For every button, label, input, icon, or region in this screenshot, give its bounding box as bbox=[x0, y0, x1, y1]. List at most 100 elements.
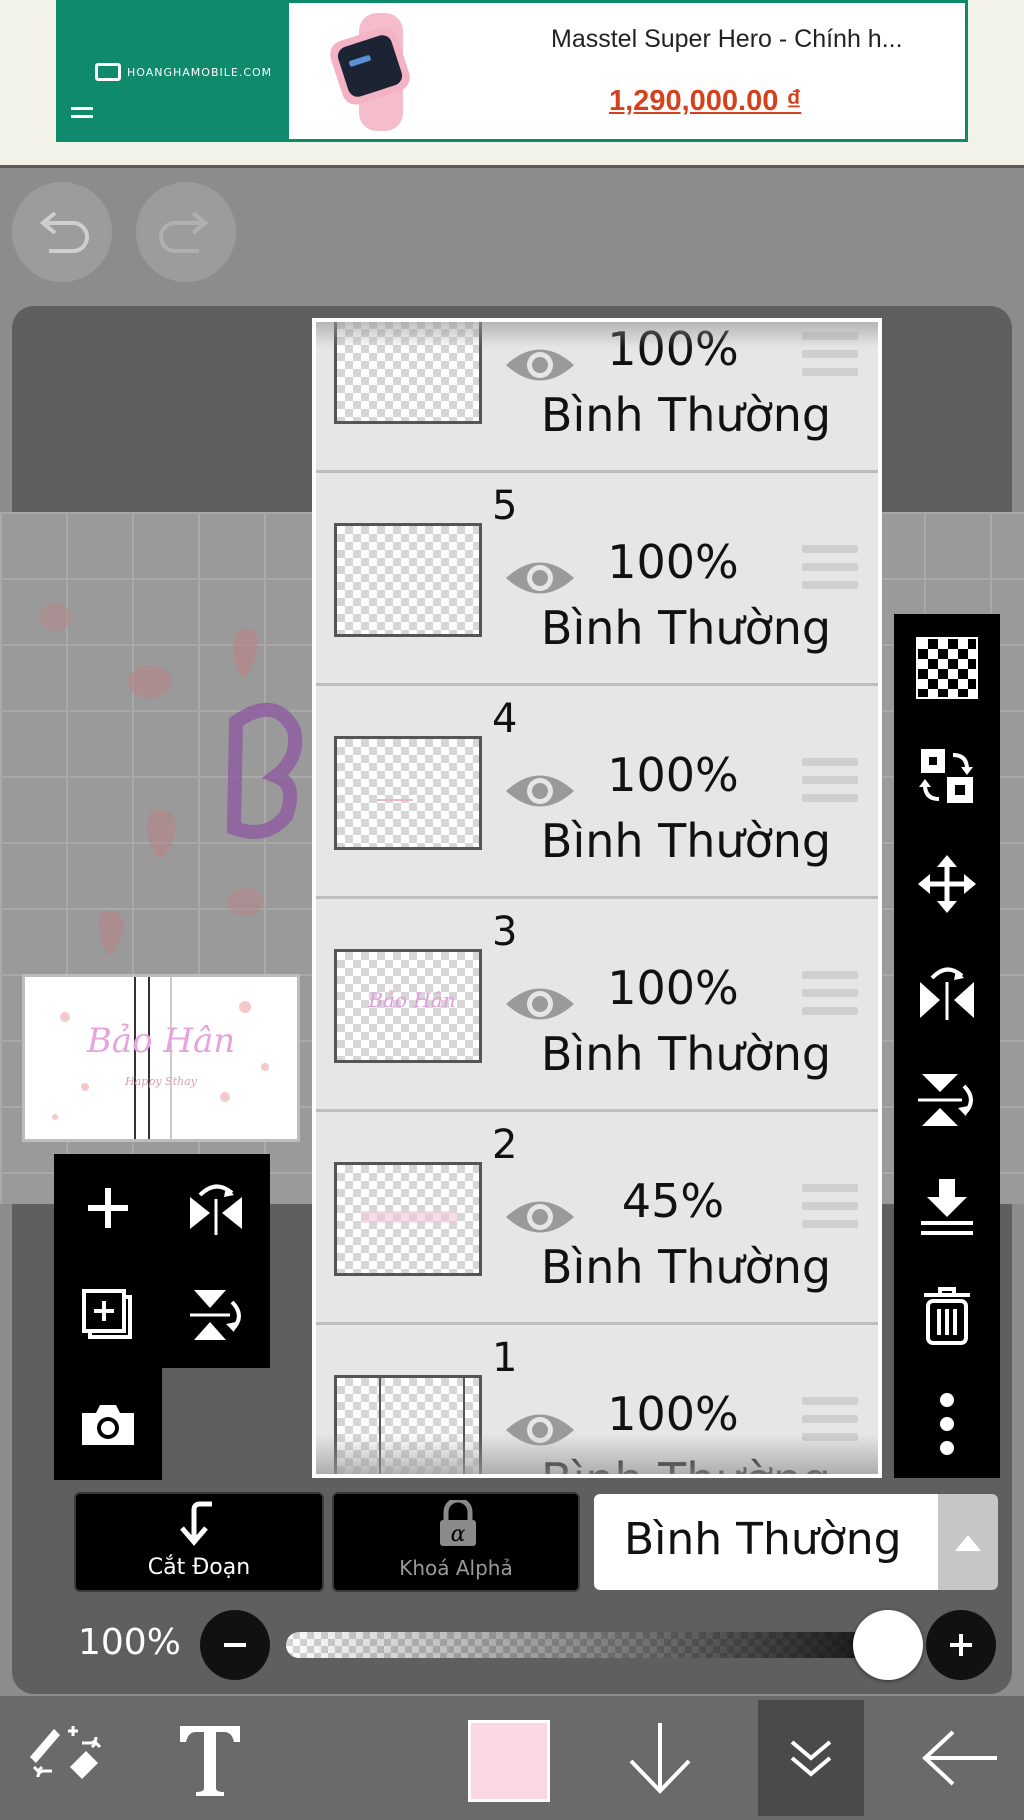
more-vertical-icon bbox=[940, 1393, 954, 1455]
undo-button[interactable] bbox=[12, 182, 112, 282]
undo-icon bbox=[39, 211, 89, 253]
flip-vertical-icon bbox=[190, 1289, 241, 1340]
eye-icon[interactable] bbox=[502, 553, 578, 603]
collapse-panel-button[interactable] bbox=[758, 1700, 864, 1816]
layer-row[interactable]: 4 100% Bình Thường bbox=[316, 686, 878, 899]
eye-icon[interactable] bbox=[502, 979, 578, 1029]
left-tool-panel-bottom bbox=[54, 1368, 162, 1480]
layer-opacity: 100% bbox=[607, 748, 739, 802]
svg-text:α: α bbox=[451, 1522, 466, 1547]
drag-handle-icon[interactable] bbox=[802, 1184, 858, 1238]
eye-icon[interactable] bbox=[502, 766, 578, 816]
layer-number: 3 bbox=[492, 909, 518, 955]
smartwatch-image bbox=[330, 13, 410, 131]
merge-down-button[interactable] bbox=[894, 1154, 1000, 1262]
blend-mode-select[interactable]: Bình Thường bbox=[594, 1494, 940, 1590]
double-chevron-down-icon bbox=[790, 1740, 832, 1777]
layer-number: 5 bbox=[492, 483, 518, 529]
alpha-lock-button[interactable]: α Khoá Alphả bbox=[332, 1492, 580, 1592]
drag-handle-icon[interactable] bbox=[802, 758, 858, 812]
transparent-layer-button[interactable] bbox=[894, 614, 1000, 722]
layer-blend-mode: Bình Thường bbox=[540, 388, 832, 442]
camera-button[interactable] bbox=[54, 1368, 162, 1480]
layer-row[interactable]: 3 Bảo Hân 100% Bình Thường bbox=[316, 899, 878, 1112]
left-tool-panel bbox=[54, 1154, 270, 1368]
arrow-left-icon bbox=[922, 1730, 997, 1786]
layer-number: 1 bbox=[492, 1335, 518, 1381]
redo-button[interactable] bbox=[136, 182, 236, 282]
text-tool-button[interactable] bbox=[160, 1696, 260, 1820]
text-tool-icon bbox=[180, 1726, 240, 1796]
layer-row[interactable]: 2 45% Bình Thường bbox=[316, 1112, 878, 1325]
layer-opacity: 45% bbox=[621, 1174, 725, 1228]
scroll-fade-top bbox=[316, 322, 878, 348]
layer-blend-mode: Bình Thường bbox=[540, 601, 832, 655]
layer-thumbnail[interactable] bbox=[334, 736, 482, 850]
blend-mode-dropdown-button[interactable] bbox=[938, 1494, 998, 1590]
thumbnail-title: Bảo Hân bbox=[86, 1021, 236, 1061]
opacity-slider[interactable] bbox=[286, 1632, 900, 1658]
opacity-slider-knob[interactable] bbox=[853, 1610, 923, 1680]
opacity-increase-button[interactable] bbox=[926, 1610, 996, 1680]
merge-down-icon bbox=[921, 1179, 973, 1235]
eye-icon[interactable] bbox=[502, 1192, 578, 1242]
duplicate-layer-button[interactable] bbox=[54, 1261, 162, 1368]
ad-logo-text: HOANGHAMOBILE.COM bbox=[127, 65, 273, 79]
layer-blend-mode: Bình Thường bbox=[540, 1240, 832, 1294]
arrow-down-icon bbox=[629, 1723, 691, 1794]
layer-blend-mode: Bình Thường bbox=[540, 814, 832, 868]
move-button[interactable] bbox=[894, 830, 1000, 938]
ad-menu-icon[interactable] bbox=[71, 107, 93, 123]
drag-handle-icon[interactable] bbox=[802, 545, 858, 599]
drag-handle-icon[interactable] bbox=[802, 971, 858, 1025]
layer-list[interactable]: 6 100% Bình Thường 5 100% Bình Thường 4 … bbox=[312, 318, 882, 1478]
layer-thumbnail[interactable] bbox=[334, 523, 482, 637]
canvas-artwork bbox=[39, 603, 303, 956]
ad-price[interactable]: 1,290,000.00 ₫ bbox=[609, 85, 801, 118]
ad-brand-panel: HOANGHAMOBILE.COM bbox=[59, 3, 289, 139]
clipping-label: Cắt Đoạn bbox=[147, 1555, 251, 1580]
flip-horizontal-button[interactable] bbox=[162, 1154, 270, 1261]
layer-thumbnail[interactable]: Bảo Hân bbox=[334, 949, 482, 1063]
flip-horizontal-icon bbox=[920, 967, 974, 1020]
back-button[interactable] bbox=[908, 1696, 1014, 1820]
clip-arrow-icon bbox=[180, 1501, 212, 1546]
redo-icon bbox=[159, 211, 209, 253]
add-layer-button[interactable] bbox=[54, 1154, 162, 1261]
current-color-swatch[interactable] bbox=[468, 1720, 550, 1802]
layer-row[interactable]: 5 100% Bình Thường bbox=[316, 473, 878, 686]
delete-layer-button[interactable] bbox=[894, 1262, 1000, 1370]
brush-eraser-icon bbox=[30, 1726, 102, 1779]
layer-blend-mode: Bình Thường bbox=[540, 1027, 832, 1081]
clipping-button[interactable]: Cắt Đoạn bbox=[74, 1492, 324, 1592]
scroll-fade-bottom bbox=[316, 1434, 878, 1474]
flip-horizontal-layer-button[interactable] bbox=[894, 938, 1000, 1046]
layer-thumbnail-text: Bảo Hân bbox=[368, 988, 456, 1012]
checker-icon bbox=[916, 637, 978, 699]
layer-down-button[interactable] bbox=[604, 1696, 716, 1820]
alpha-lock-label: Khoá Alphả bbox=[399, 1556, 513, 1580]
lock-icon: α bbox=[440, 1500, 476, 1547]
layer-thumbnail[interactable] bbox=[334, 1162, 482, 1276]
thumbnail-subtitle: Happy Sthay bbox=[125, 1075, 197, 1088]
swap-layers-button[interactable] bbox=[894, 722, 1000, 830]
brush-eraser-toggle[interactable] bbox=[14, 1696, 114, 1820]
camera-icon bbox=[82, 1405, 134, 1445]
canvas-thumbnail[interactable]: Bảo Hân Happy Sthay bbox=[22, 974, 300, 1142]
opacity-decrease-button[interactable] bbox=[200, 1610, 270, 1680]
flip-vertical-button[interactable] bbox=[162, 1261, 270, 1368]
trash-icon bbox=[924, 1287, 970, 1345]
layer-number: 4 bbox=[492, 696, 518, 742]
right-tool-panel bbox=[894, 614, 1000, 1478]
flip-vertical-layer-button[interactable] bbox=[894, 1046, 1000, 1154]
ad-product-title[interactable]: Masstel Super Hero - Chính h... bbox=[551, 25, 903, 54]
layer-number: 2 bbox=[492, 1122, 518, 1168]
ad-banner[interactable]: HOANGHAMOBILE.COM Masstel Super Hero - C… bbox=[0, 0, 1024, 168]
more-options-button[interactable] bbox=[894, 1370, 1000, 1478]
layer-opacity: 100% bbox=[607, 1387, 739, 1441]
flip-vertical-icon bbox=[918, 1074, 973, 1126]
duplicate-icon bbox=[82, 1288, 132, 1339]
move-icon bbox=[918, 855, 976, 913]
ad-box[interactable]: HOANGHAMOBILE.COM Masstel Super Hero - C… bbox=[56, 0, 968, 142]
opacity-label: 100% bbox=[78, 1622, 181, 1663]
